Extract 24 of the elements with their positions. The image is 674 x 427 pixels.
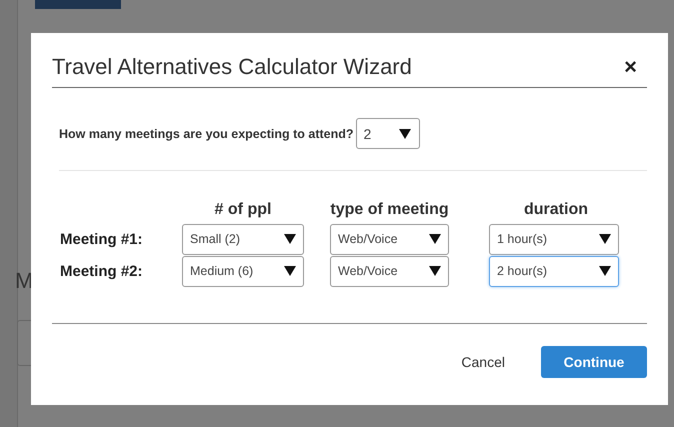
caret-icon	[599, 234, 611, 244]
meeting-select[interactable]: 1 hour(s)	[489, 224, 619, 254]
count-select[interactable]: 2	[356, 118, 420, 149]
meeting-select[interactable]: Medium (6)	[182, 256, 304, 286]
meeting-label: Meeting #2:	[60, 262, 144, 280]
caret-icon	[284, 266, 296, 276]
caret-icon	[429, 266, 441, 276]
meeting-select[interactable]: 2 hour(s)	[489, 256, 619, 286]
close-button[interactable]: ×	[624, 56, 647, 78]
column-header: type of meeting	[330, 201, 449, 220]
meeting-select[interactable]: Web/Voice	[330, 256, 449, 286]
caret-icon	[429, 234, 441, 244]
continue-button[interactable]: Continue	[541, 346, 647, 378]
column-header: # of ppl	[214, 201, 272, 220]
meeting-label: Meeting #1:	[60, 230, 144, 248]
cancel-button[interactable]: Cancel	[455, 353, 511, 371]
meeting-select[interactable]: Small (2)	[182, 224, 304, 254]
caret-icon	[398, 128, 411, 138]
caret-icon	[599, 266, 611, 276]
meeting-select[interactable]: Web/Voice	[330, 224, 449, 254]
caret-icon	[284, 234, 296, 244]
column-header: duration	[523, 201, 589, 220]
question-label: How many meetings are you expecting to attend?	[59, 126, 354, 140]
dialog-title: Travel Alternatives Calculator Wizard	[52, 54, 412, 80]
